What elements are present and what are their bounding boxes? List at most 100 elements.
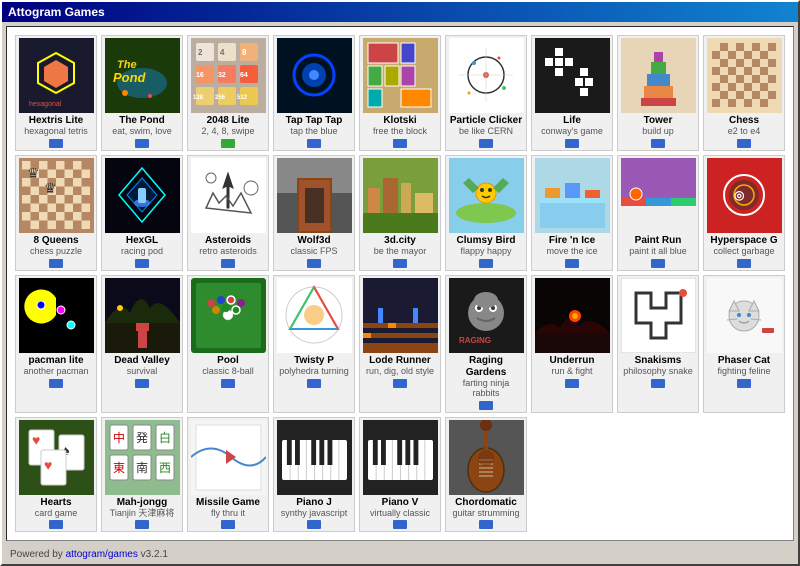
game-card-life[interactable]: Lifeconway's game bbox=[531, 35, 613, 151]
game-subtitle-clumsy: flappy happy bbox=[460, 247, 511, 257]
game-badge-chord bbox=[479, 520, 493, 529]
svg-text:♛: ♛ bbox=[44, 180, 57, 196]
game-badge-pianob bbox=[393, 520, 407, 529]
game-thumb-hexgl bbox=[105, 158, 180, 233]
game-badge-wolf3d bbox=[307, 259, 321, 268]
game-subtitle-tower: build up bbox=[642, 127, 674, 137]
game-badge-pacman bbox=[49, 379, 63, 388]
game-card-pianob[interactable]: Piano Vvirtually classic bbox=[359, 417, 441, 533]
game-card-particle[interactable]: Particle Clickerbe like CERN bbox=[445, 35, 527, 151]
game-thumb-pool bbox=[191, 278, 266, 353]
game-subtitle-pool: classic 8-ball bbox=[202, 367, 254, 377]
game-subtitle-pond: eat, swim, love bbox=[112, 127, 172, 137]
game-card-klotski[interactable]: Klotskifree the block bbox=[359, 35, 441, 151]
game-card-hexgl[interactable]: HexGLracing pod bbox=[101, 155, 183, 271]
game-card-tower[interactable]: Towerbuild up bbox=[617, 35, 699, 151]
svg-text:4: 4 bbox=[220, 48, 225, 57]
game-thumb-hypspace: ◎ bbox=[707, 158, 782, 233]
game-card-pond[interactable]: ThePondThe Pondeat, swim, love bbox=[101, 35, 183, 151]
game-thumb-firenice bbox=[535, 158, 610, 233]
game-thumb-hextris: hexagonal bbox=[19, 38, 94, 113]
game-badge-phasercat bbox=[737, 379, 751, 388]
game-thumb-mahjongg: 中発白東南西 bbox=[105, 420, 180, 495]
game-badge-missile bbox=[221, 520, 235, 529]
game-card-missile[interactable]: Missile Gamefly thru it bbox=[187, 417, 269, 533]
footer-link[interactable]: attogram/games bbox=[66, 549, 138, 560]
game-badge-asteroids bbox=[221, 259, 235, 268]
game-thumb-raging: RAGING bbox=[449, 278, 524, 353]
svg-text:Pond: Pond bbox=[113, 70, 147, 85]
svg-text:64: 64 bbox=[240, 72, 248, 79]
game-card-chord[interactable]: Chordomaticguitar strumming bbox=[445, 417, 527, 533]
game-subtitle-pianob: virtually classic bbox=[370, 509, 430, 519]
svg-text:♥: ♥ bbox=[32, 432, 40, 448]
game-card-snakisms[interactable]: Snakismsphilosophy snake bbox=[617, 275, 699, 413]
game-card-taptap[interactable]: Tap Tap Taptap the blue bbox=[273, 35, 355, 151]
game-card-pool[interactable]: Poolclassic 8-ball bbox=[187, 275, 269, 413]
game-title-hearts: Hearts bbox=[40, 497, 71, 509]
game-card-raging[interactable]: RAGINGRaging Gardensfarting ninja rabbit… bbox=[445, 275, 527, 413]
game-card-hextris[interactable]: hexagonalHextris Litehexagonal tetris bbox=[15, 35, 97, 151]
game-subtitle-8queens: chess puzzle bbox=[30, 247, 82, 257]
game-badge-underrun bbox=[565, 379, 579, 388]
game-card-wolf3d[interactable]: Wolf3dclassic FPS bbox=[273, 155, 355, 271]
game-badge-taptap bbox=[307, 139, 321, 148]
game-title-pacman: pacman lite bbox=[28, 355, 83, 367]
game-thumb-klotski bbox=[363, 38, 438, 113]
game-thumb-chord bbox=[449, 420, 524, 495]
game-subtitle-firenice: move the ice bbox=[546, 247, 597, 257]
game-badge-pond bbox=[135, 139, 149, 148]
game-card-chess[interactable]: Chesse2 to e4 bbox=[703, 35, 785, 151]
game-card-deadvalley[interactable]: Dead Valleysurvival bbox=[101, 275, 183, 413]
game-subtitle-life: conway's game bbox=[541, 127, 603, 137]
svg-text:♛: ♛ bbox=[27, 165, 40, 181]
svg-text:白: 白 bbox=[159, 430, 171, 445]
game-card-clumsy[interactable]: Clumsy Birdflappy happy bbox=[445, 155, 527, 271]
game-badge-tower bbox=[651, 139, 665, 148]
svg-text:256: 256 bbox=[215, 95, 226, 101]
game-thumb-life bbox=[535, 38, 610, 113]
game-subtitle-raging: farting ninja rabbits bbox=[448, 379, 524, 399]
game-card-2048[interactable]: 2481632641282565122048 Lite2, 4, 8, swip… bbox=[187, 35, 269, 151]
game-card-hypspace[interactable]: ◎Hyperspace Gcollect garbage bbox=[703, 155, 785, 271]
game-badge-hexgl bbox=[135, 259, 149, 268]
game-card-underrun[interactable]: Underrunrun & fight bbox=[531, 275, 613, 413]
game-card-firenice[interactable]: Fire 'n Icemove the ice bbox=[531, 155, 613, 271]
game-thumb-paintrun bbox=[621, 158, 696, 233]
game-title-snakisms: Snakisms bbox=[635, 355, 682, 367]
game-card-lode[interactable]: Lode Runnerrun, dig, old style bbox=[359, 275, 441, 413]
game-badge-particle bbox=[479, 139, 493, 148]
svg-text:8: 8 bbox=[242, 48, 247, 57]
game-card-pianoj[interactable]: Piano Jsynthy javascript bbox=[273, 417, 355, 533]
game-subtitle-asteroids: retro asteroids bbox=[199, 247, 257, 257]
svg-text:128: 128 bbox=[193, 95, 204, 101]
game-subtitle-hypspace: collect garbage bbox=[713, 247, 774, 257]
game-card-pacman[interactable]: pacman liteanother pacman bbox=[15, 275, 97, 413]
game-subtitle-hearts: card game bbox=[35, 509, 78, 519]
game-subtitle-underrun: run & fight bbox=[551, 367, 592, 377]
game-card-mahjongg[interactable]: 中発白東南西Mah-jonggTianjin 天津麻将 bbox=[101, 417, 183, 533]
game-card-phasercat[interactable]: Phaser Catfighting feline bbox=[703, 275, 785, 413]
game-thumb-pond: ThePond bbox=[105, 38, 180, 113]
game-card-3dcity[interactable]: 3d.citybe the mayor bbox=[359, 155, 441, 271]
game-badge-snakisms bbox=[651, 379, 665, 388]
game-thumb-phasercat bbox=[707, 278, 782, 353]
game-badge-life bbox=[565, 139, 579, 148]
game-subtitle-snakisms: philosophy snake bbox=[623, 367, 693, 377]
game-badge-firenice bbox=[565, 259, 579, 268]
game-card-paintrun[interactable]: Paint Runpaint it all blue bbox=[617, 155, 699, 271]
game-subtitle-pacman: another pacman bbox=[23, 367, 88, 377]
game-card-8queens[interactable]: ♛♛8 Queenschess puzzle bbox=[15, 155, 97, 271]
game-card-twisty[interactable]: Twisty Ppolyhedra turning bbox=[273, 275, 355, 413]
game-thumb-taptap bbox=[277, 38, 352, 113]
game-badge-paintrun bbox=[651, 259, 665, 268]
game-badge-2048 bbox=[221, 139, 235, 148]
game-title-missile: Missile Game bbox=[196, 497, 260, 509]
game-thumb-wolf3d bbox=[277, 158, 352, 233]
main-window: Attogram Games hexagonalHextris Litehexa… bbox=[0, 0, 800, 566]
game-card-hearts[interactable]: ♥♠♥Heartscard game bbox=[15, 417, 97, 533]
svg-text:RAGING: RAGING bbox=[459, 336, 491, 345]
svg-text:512: 512 bbox=[237, 95, 248, 101]
svg-text:◎: ◎ bbox=[734, 188, 745, 202]
game-card-asteroids[interactable]: Asteroidsretro asteroids bbox=[187, 155, 269, 271]
